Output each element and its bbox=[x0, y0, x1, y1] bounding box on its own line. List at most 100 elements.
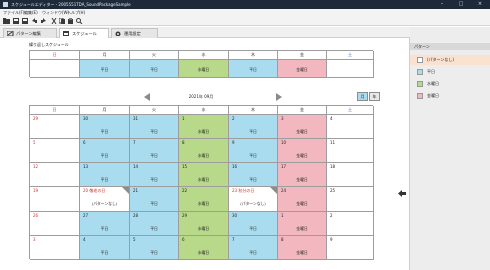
title-bar: スケジュールエディター - 2005551TDA_SoundPackageSam… bbox=[0, 0, 490, 9]
save-all-icon[interactable] bbox=[22, 18, 29, 24]
pattern-label: 水曜日 bbox=[427, 81, 439, 86]
day-number: 13 bbox=[83, 164, 89, 169]
menu-edit[interactable]: 編集(E) bbox=[24, 10, 38, 15]
calendar-day-cell[interactable]: 3 金曜日 bbox=[278, 115, 327, 139]
repeat-cell-tuesday[interactable]: 平日 bbox=[130, 60, 179, 78]
day-pattern-label: 水曜日 bbox=[197, 153, 210, 158]
year-view-button[interactable]: 年 bbox=[369, 92, 380, 101]
next-month-button[interactable] bbox=[276, 93, 282, 101]
tab-pattern-edit[interactable]: パターン編集 bbox=[3, 28, 57, 38]
pattern-item-friday[interactable]: 金曜日 bbox=[410, 91, 490, 101]
day-pattern-label: 平日 bbox=[100, 226, 109, 231]
calendar-day-cell[interactable]: 30 平日 bbox=[229, 212, 278, 236]
calendar-day-cell[interactable]: 23 秋分の日 (パターンなし) bbox=[229, 187, 278, 212]
calendar-day-cell[interactable]: 8 水曜日 bbox=[179, 139, 229, 163]
repeat-pattern-label: 水曜日 bbox=[197, 67, 210, 72]
day-number: 2 bbox=[330, 213, 333, 218]
arrow-left-icon[interactable] bbox=[398, 190, 406, 197]
pattern-item-weekday[interactable]: 平日 bbox=[410, 67, 490, 77]
day-number: 4 bbox=[330, 116, 333, 121]
copy-icon[interactable] bbox=[59, 18, 66, 24]
repeat-cell-friday[interactable]: 金曜日 bbox=[278, 60, 327, 78]
calendar-day-cell[interactable]: 5 bbox=[30, 139, 80, 163]
repeat-pattern-label: 平日 bbox=[249, 67, 257, 72]
cut-icon[interactable] bbox=[51, 18, 57, 24]
pattern-item-wednesday[interactable]: 水曜日 bbox=[410, 79, 490, 89]
day-pattern-label: 平日 bbox=[100, 129, 109, 134]
prev-month-button[interactable] bbox=[144, 93, 150, 101]
calendar-day-cell[interactable]: 27 平日 bbox=[80, 212, 130, 236]
calendar-day-cell[interactable]: 4 bbox=[327, 115, 374, 139]
menu-help[interactable]: ヘルプ(H) bbox=[67, 10, 85, 15]
calendar-day-cell[interactable]: 25 bbox=[327, 187, 374, 212]
open-folder-icon[interactable] bbox=[3, 18, 11, 24]
undo-icon[interactable] bbox=[31, 18, 38, 24]
calendar-day-cell[interactable]: 1 金曜日 bbox=[278, 212, 327, 236]
repeat-cell-wednesday[interactable]: 水曜日 bbox=[179, 60, 229, 78]
calendar-day-cell[interactable]: 26 bbox=[30, 212, 80, 236]
calendar-day-cell[interactable]: 6 平日 bbox=[80, 139, 130, 163]
pattern-item-none[interactable]: (パターンなし) bbox=[410, 55, 490, 65]
calendar-day-cell[interactable]: 2 bbox=[327, 212, 374, 236]
calendar-day-cell[interactable]: 21 平日 bbox=[130, 187, 179, 212]
menu-window[interactable]: ウィンドウ(W) bbox=[42, 10, 69, 15]
calendar-day-cell[interactable]: 18 bbox=[327, 163, 374, 187]
calendar-day-cell[interactable]: 2 平日 bbox=[229, 115, 278, 139]
calendar-day-cell[interactable]: 30 平日 bbox=[80, 115, 130, 139]
calendar-day-cell[interactable]: 16 平日 bbox=[229, 163, 278, 187]
close-button[interactable]: × bbox=[474, 1, 486, 8]
day-number: 7 bbox=[133, 140, 136, 145]
calendar-day-cell[interactable]: 10 金曜日 bbox=[278, 139, 327, 163]
day-number: 8 bbox=[281, 237, 284, 242]
calendar-day-cell[interactable]: 29 水曜日 bbox=[179, 212, 229, 236]
calendar-day-cell[interactable]: 19 bbox=[30, 187, 80, 212]
day-pattern-label: 水曜日 bbox=[197, 129, 210, 134]
save-icon[interactable] bbox=[13, 18, 20, 24]
paste-icon[interactable] bbox=[68, 18, 74, 24]
calendar-day-cell[interactable]: 17 金曜日 bbox=[278, 163, 327, 187]
calendar-day-cell[interactable]: 6 水曜日 bbox=[179, 236, 229, 260]
day-number: 1 bbox=[182, 116, 185, 121]
maximize-button[interactable]: □ bbox=[455, 1, 467, 8]
day-pattern-label: 平日 bbox=[100, 250, 109, 255]
calendar-day-cell[interactable]: 3 bbox=[30, 236, 80, 260]
search-icon[interactable] bbox=[76, 18, 83, 24]
day-number: 5 bbox=[33, 140, 36, 145]
repeat-cell-saturday[interactable] bbox=[327, 60, 374, 78]
calendar-day-cell[interactable]: 9 平日 bbox=[229, 139, 278, 163]
redo-icon[interactable] bbox=[40, 18, 47, 24]
calendar-day-cell[interactable]: 1 水曜日 bbox=[179, 115, 229, 139]
calendar-day-cell[interactable]: 14 平日 bbox=[130, 163, 179, 187]
pattern-edit-icon bbox=[7, 31, 14, 36]
menu-file[interactable]: ファイル(F) bbox=[3, 10, 24, 15]
day-number: 29 bbox=[33, 116, 39, 121]
pattern-swatch bbox=[417, 93, 423, 99]
gear-icon bbox=[115, 31, 121, 36]
calendar-day-cell[interactable]: 12 bbox=[30, 163, 80, 187]
calendar-day-cell[interactable]: 31 平日 bbox=[130, 115, 179, 139]
month-view-button[interactable]: 月 bbox=[357, 92, 368, 101]
menu-bar: ファイル(F) 編集(E) ウィンドウ(W) ヘルプ(H) bbox=[0, 9, 490, 16]
calendar-day-cell[interactable]: 13 平日 bbox=[80, 163, 130, 187]
calendar-day-cell[interactable]: 29 bbox=[30, 115, 80, 139]
calendar-day-header: 木 bbox=[229, 106, 278, 115]
calendar-day-cell[interactable]: 24 金曜日 bbox=[278, 187, 327, 212]
repeat-cell-sunday[interactable] bbox=[30, 60, 80, 78]
calendar-day-cell[interactable]: 15 水曜日 bbox=[179, 163, 229, 187]
repeat-cell-thursday[interactable]: 平日 bbox=[229, 60, 278, 78]
calendar-day-cell[interactable]: 20 敬老の日 (パターンなし) bbox=[80, 187, 130, 212]
minimize-button[interactable]: – bbox=[436, 1, 448, 8]
calendar-day-cell[interactable]: 7 平日 bbox=[229, 236, 278, 260]
calendar-day-cell[interactable]: 9 bbox=[327, 236, 374, 260]
calendar-day-cell[interactable]: 22 水曜日 bbox=[179, 187, 229, 212]
calendar-day-cell[interactable]: 28 平日 bbox=[130, 212, 179, 236]
tab-operation-settings[interactable]: 運用設定 bbox=[111, 28, 158, 38]
calendar-day-cell[interactable]: 8 金曜日 bbox=[278, 236, 327, 260]
repeat-day-header: 日 bbox=[30, 51, 80, 60]
calendar-day-cell[interactable]: 11 bbox=[327, 139, 374, 163]
calendar-day-cell[interactable]: 5 平日 bbox=[130, 236, 179, 260]
repeat-cell-monday[interactable]: 平日 bbox=[80, 60, 130, 78]
calendar-day-cell[interactable]: 4 平日 bbox=[80, 236, 130, 260]
day-number: 24 bbox=[281, 188, 287, 193]
calendar-day-cell[interactable]: 7 平日 bbox=[130, 139, 179, 163]
